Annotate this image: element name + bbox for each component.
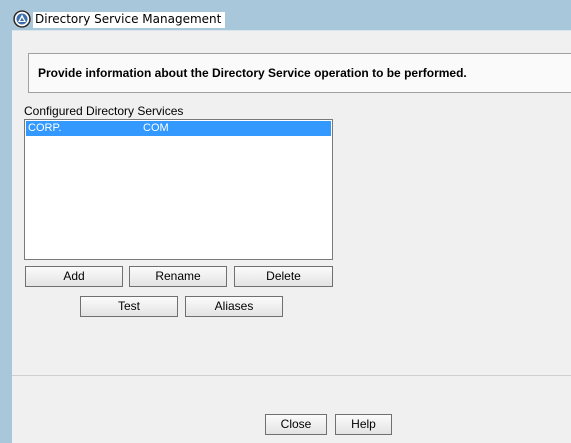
service-suffix: COM [143,122,169,134]
title-bar[interactable]: Directory Service Management [0,0,571,30]
directory-services-list[interactable]: CORP. COM [24,119,333,260]
help-button[interactable]: Help [335,414,392,435]
test-button[interactable]: Test [80,296,178,317]
services-list-label: Configured Directory Services [24,104,184,118]
instruction-panel: Provide information about the Directory … [28,53,571,93]
app-logo-icon [13,10,31,28]
footer-divider [12,375,571,376]
add-button[interactable]: Add [25,266,123,287]
list-item[interactable]: CORP. COM [26,121,331,136]
window-title: Directory Service Management [33,12,226,28]
dialog-client-area: Provide information about the Directory … [12,30,571,443]
aliases-button[interactable]: Aliases [185,296,283,317]
dialog-window: Directory Service Management Provide inf… [0,0,571,443]
delete-button[interactable]: Delete [234,266,333,287]
service-name: CORP. [28,122,62,134]
instruction-text: Provide information about the Directory … [38,66,467,80]
rename-button[interactable]: Rename [129,266,227,287]
close-button[interactable]: Close [265,414,327,435]
